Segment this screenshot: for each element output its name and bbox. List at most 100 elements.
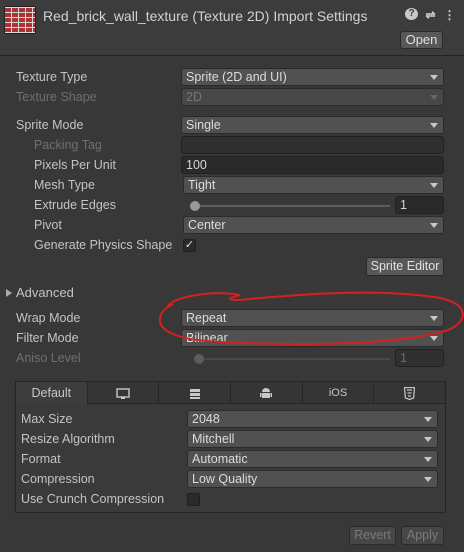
pixels-per-unit-row: Pixels Per Unit 100 (0, 156, 464, 176)
texture-shape-value: 2D (186, 90, 202, 104)
generate-physics-row: Generate Physics Shape ✓ (0, 236, 464, 256)
tab-standalone[interactable] (87, 382, 160, 404)
extrude-edges-slider-handle[interactable] (190, 201, 200, 211)
texture-type-value: Sprite (2D and UI) (186, 70, 287, 84)
mesh-type-value: Tight (188, 178, 216, 192)
max-size-row: Max Size 2048 (16, 410, 464, 430)
aniso-level-slider-handle (194, 354, 204, 364)
header-icons: ? ⇌ ⋮ (405, 8, 456, 22)
wrap-mode-dropdown[interactable]: Repeat (181, 309, 444, 327)
max-size-dropdown[interactable]: 2048 (187, 410, 438, 428)
pixels-per-unit-label: Pixels Per Unit (34, 158, 116, 172)
texture-type-dropdown[interactable]: Sprite (2D and UI) (181, 68, 444, 86)
texture-shape-dropdown: 2D (181, 88, 444, 106)
sprite-mode-dropdown[interactable]: Single (181, 116, 444, 134)
platform-settings-panel: Default iOS Max Size 2048 Resize Algorit… (15, 381, 446, 513)
tab-server[interactable] (159, 382, 232, 404)
format-value: Automatic (192, 452, 248, 466)
max-size-label: Max Size (21, 412, 73, 426)
texture-thumbnail (4, 6, 36, 34)
pixels-per-unit-field[interactable]: 100 (181, 156, 444, 174)
chevron-down-icon (430, 223, 438, 228)
wrap-mode-row: Wrap Mode Repeat (0, 309, 464, 329)
aniso-level-field: 1 (395, 349, 444, 367)
compression-label: Compression (21, 472, 95, 486)
advanced-row: Advanced (0, 283, 464, 303)
generate-physics-label: Generate Physics Shape (34, 238, 173, 252)
crunch-checkbox[interactable] (187, 493, 200, 506)
max-size-value: 2048 (192, 412, 220, 426)
html5-icon (404, 387, 416, 401)
context-menu-icon[interactable]: ⋮ (443, 8, 456, 22)
resize-algorithm-row: Resize Algorithm Mitchell (16, 430, 464, 450)
aniso-level-slider-track (194, 358, 390, 360)
texture-shape-label: Texture Shape (16, 90, 97, 104)
help-icon[interactable]: ? (405, 8, 418, 20)
chevron-down-icon (424, 477, 432, 482)
chevron-down-icon (424, 457, 432, 462)
pivot-dropdown[interactable]: Center (183, 216, 444, 234)
aniso-level-row: Aniso Level 1 (0, 349, 464, 369)
chevron-down-icon (430, 183, 438, 188)
texture-shape-row: Texture Shape 2D (0, 88, 464, 108)
resize-algorithm-dropdown[interactable]: Mitchell (187, 430, 438, 448)
sprite-mode-value: Single (186, 118, 221, 132)
tab-default[interactable]: Default (16, 382, 88, 404)
tab-ios[interactable]: iOS (302, 382, 375, 404)
texture-type-row: Texture Type Sprite (2D and UI) (0, 68, 464, 88)
chevron-down-icon (424, 417, 432, 422)
sprite-mode-row: Sprite Mode Single (0, 116, 464, 136)
format-dropdown[interactable]: Automatic (187, 450, 438, 468)
chevron-down-icon (424, 437, 432, 442)
revert-button[interactable]: Revert (349, 526, 396, 545)
filter-mode-row: Filter Mode Bilinear (0, 329, 464, 349)
resize-algorithm-label: Resize Algorithm (21, 432, 115, 446)
sprite-mode-label: Sprite Mode (16, 118, 84, 132)
filter-mode-label: Filter Mode (16, 331, 79, 345)
compression-row: Compression Low Quality (16, 470, 464, 490)
format-label: Format (21, 452, 61, 466)
preset-settings-icon[interactable]: ⇌ (424, 8, 437, 22)
compression-dropdown[interactable]: Low Quality (187, 470, 438, 488)
android-icon (260, 388, 273, 399)
chevron-down-icon (430, 75, 438, 80)
monitor-icon (116, 388, 130, 399)
compression-value: Low Quality (192, 472, 258, 486)
crunch-row: Use Crunch Compression (16, 490, 464, 510)
chevron-down-icon (430, 316, 438, 321)
crunch-label: Use Crunch Compression (21, 492, 165, 506)
chevron-down-icon (430, 336, 438, 341)
tab-webgl[interactable] (374, 382, 446, 404)
tab-android[interactable] (231, 382, 303, 404)
resize-algorithm-value: Mitchell (192, 432, 235, 446)
chevron-down-icon (430, 95, 438, 100)
aniso-level-label: Aniso Level (16, 351, 81, 365)
packing-tag-row: Packing Tag (0, 136, 464, 156)
inspector-header: Red_brick_wall_texture (Texture 2D) Impo… (0, 0, 464, 56)
wrap-mode-value: Repeat (186, 311, 227, 325)
pivot-label: Pivot (34, 218, 62, 232)
mesh-type-row: Mesh Type Tight (0, 176, 464, 196)
extrude-edges-slider-track[interactable] (190, 205, 390, 207)
pivot-value: Center (188, 218, 226, 232)
server-icon (189, 388, 200, 399)
filter-mode-dropdown[interactable]: Bilinear (181, 329, 444, 347)
sprite-editor-button[interactable]: Sprite Editor (366, 257, 444, 276)
texture-type-label: Texture Type (16, 70, 88, 84)
advanced-foldout-label[interactable]: Advanced (16, 285, 74, 300)
open-button[interactable]: Open (400, 31, 443, 49)
extrude-edges-label: Extrude Edges (34, 198, 116, 212)
filter-mode-value: Bilinear (186, 331, 228, 345)
packing-tag-label: Packing Tag (34, 138, 102, 152)
chevron-down-icon (430, 123, 438, 128)
generate-physics-checkbox[interactable]: ✓ (183, 239, 196, 252)
inspector-title: Red_brick_wall_texture (Texture 2D) Impo… (43, 8, 368, 24)
extrude-edges-field[interactable]: 1 (395, 196, 444, 214)
apply-button[interactable]: Apply (401, 526, 444, 545)
packing-tag-field (181, 136, 444, 154)
mesh-type-label: Mesh Type (34, 178, 95, 192)
wrap-mode-label: Wrap Mode (16, 311, 81, 325)
pivot-row: Pivot Center (0, 216, 464, 236)
mesh-type-dropdown[interactable]: Tight (183, 176, 444, 194)
format-row: Format Automatic (16, 450, 464, 470)
